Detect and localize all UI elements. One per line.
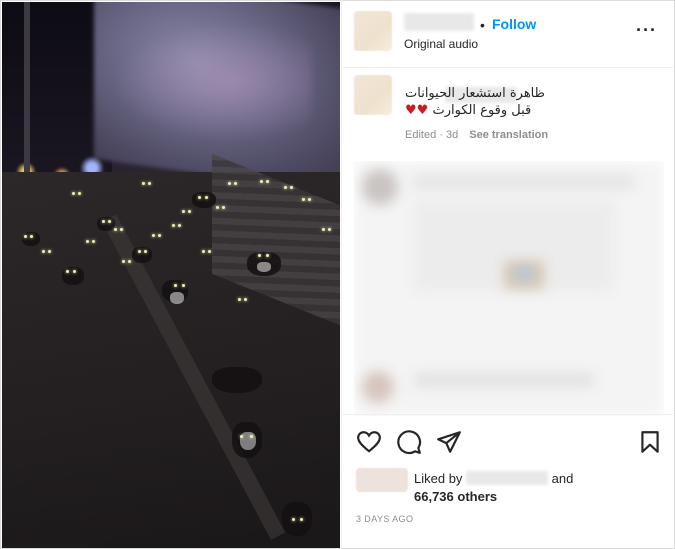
liker-username-redacted[interactable]	[466, 471, 549, 485]
heart-emoji-icon: ♥♥	[405, 103, 429, 118]
comment-icon[interactable]	[396, 429, 422, 455]
follow-separator: •	[480, 17, 485, 33]
post-header: • Follow Original audio ···	[342, 0, 675, 68]
video-cats	[2, 2, 340, 548]
send-icon[interactable]	[436, 429, 462, 455]
caption-meta: Edited · 3d See translation	[405, 129, 548, 141]
caption-line-2: قبل وقوع الكوارث ♥♥	[405, 102, 625, 119]
caption-text: ظاهرة استشعار الحيوانات قبل وقوع الكوارث…	[405, 85, 625, 119]
edited-time: Edited · 3d	[405, 129, 459, 141]
likes-summary: Liked by and 66,736 others	[414, 470, 573, 506]
comments-list-blurred[interactable]	[354, 161, 664, 416]
liked-by-prefix: Liked by	[414, 471, 463, 486]
post-timestamp: 3 DAYS AGO	[356, 514, 414, 524]
post-details-panel: • Follow Original audio ··· ظاهرة استشعا…	[341, 0, 675, 549]
caption-line-1: ظاهرة استشعار الحيوانات	[405, 86, 545, 101]
heart-outline-icon[interactable]	[356, 429, 382, 455]
follow-button[interactable]: Follow	[492, 16, 536, 32]
post-caption: ظاهرة استشعار الحيوانات قبل وقوع الكوارث…	[342, 69, 675, 159]
caption-author-avatar[interactable]	[354, 75, 392, 115]
liked-by-and: and	[551, 471, 574, 486]
likes-section: Liked by and 66,736 others	[342, 466, 675, 506]
post-video[interactable]	[2, 2, 340, 548]
bookmark-icon[interactable]	[637, 429, 663, 455]
author-avatar[interactable]	[354, 11, 392, 51]
more-options-icon[interactable]: ···	[636, 20, 657, 41]
see-translation-link[interactable]: See translation	[469, 129, 548, 141]
liker-avatars[interactable]	[356, 468, 408, 492]
author-username-redacted[interactable]	[404, 13, 474, 31]
audio-label[interactable]: Original audio	[404, 37, 478, 51]
likes-count[interactable]: 66,736 others	[414, 489, 497, 504]
action-bar	[342, 414, 675, 466]
caption-line-2-text: قبل وقوع الكوارث	[432, 103, 532, 118]
